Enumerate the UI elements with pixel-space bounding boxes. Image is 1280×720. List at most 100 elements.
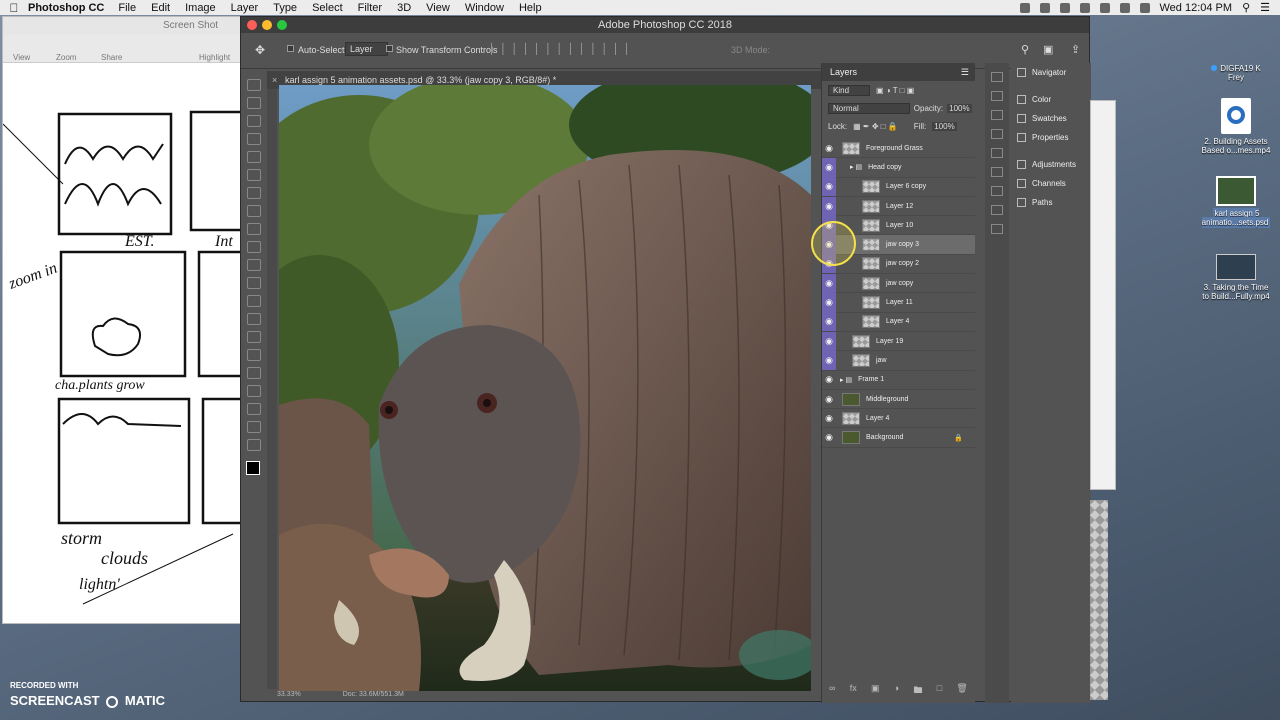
menu-edit[interactable]: Edit [151,2,170,14]
fx-icon[interactable]: fx [850,683,857,699]
volume-icon[interactable] [1119,2,1130,13]
share-icon[interactable]: ⇪ [1071,43,1080,56]
desktop-tag-digfa19[interactable]: DIGFA19 K Frey [1196,64,1276,82]
panel-navigator[interactable]: Navigator [1011,63,1091,82]
character-icon[interactable] [991,167,1003,177]
actions-icon[interactable] [991,91,1003,101]
new-group-icon[interactable]: 🖿 [913,683,922,699]
desktop-file-building-assets[interactable]: 2. Building Assets Based o...mes.mp4 [1196,98,1276,155]
workspace-icon[interactable]: ▣ [1043,43,1053,56]
blend-mode-dropdown[interactable]: Normal [828,102,910,114]
visibility-eye-icon[interactable]: ◉ [822,428,836,447]
zoom-window-icon[interactable] [277,20,287,30]
add-mask-icon[interactable]: ▣ [871,683,880,699]
layer-row[interactable]: ◉ jaw copy [822,273,975,294]
desktop-file-taking-time[interactable]: 3. Taking the Time to Build...Fully.mp4 [1196,254,1276,301]
brush-settings-icon[interactable] [991,129,1003,139]
delete-layer-icon[interactable]: 🗑 [956,683,967,699]
auto-select-checkbox[interactable] [287,45,294,52]
layer-row[interactable]: ◉ Layer 4 [822,409,975,429]
stamp-tool-icon[interactable] [247,241,261,253]
move-tool-icon[interactable]: ✥ [255,43,265,57]
auto-select-dropdown[interactable]: Layer [345,42,388,56]
layer-row[interactable]: ◉ ▸ ▤ Head copy [822,157,975,178]
panel-swatches[interactable]: Swatches [1011,109,1091,128]
visibility-eye-icon[interactable]: ◉ [822,331,836,351]
wifi-icon[interactable] [1099,2,1110,13]
blur-tool-icon[interactable] [247,313,261,325]
adjustment-layer-icon[interactable]: ◑ [894,683,899,699]
dodge-tool-icon[interactable] [247,331,261,343]
apple-menu-icon[interactable]:  [0,1,28,15]
background-color-swatch[interactable] [253,468,267,482]
app-menu[interactable]: Photoshop CC [28,2,104,14]
new-layer-icon[interactable]: □ [937,683,942,699]
panel-adjustments[interactable]: Adjustments [1011,155,1091,174]
menu-select[interactable]: Select [312,2,343,14]
visibility-eye-icon[interactable]: ◉ [822,370,836,389]
eraser-tool-icon[interactable] [247,277,261,289]
clock[interactable]: Wed 12:04 PM [1160,2,1233,14]
visibility-eye-icon[interactable]: ◉ [822,312,836,332]
layer-row[interactable]: ◉ Layer 19 [822,331,975,352]
visibility-eye-icon[interactable]: ◉ [822,350,836,370]
3d-icon[interactable] [991,224,1003,234]
crop-tool-icon[interactable] [247,151,261,163]
layer-row[interactable]: ◉ ▸ ▤ Frame 1 [822,371,975,390]
fill-input[interactable]: 100% [932,121,957,131]
type-tool-icon[interactable] [247,367,261,379]
visibility-eye-icon[interactable]: ◉ [822,157,836,177]
preview-zoom-label[interactable]: Zoom [56,53,76,62]
pen-tool-icon[interactable] [247,349,261,361]
search-icon[interactable]: ⚲ [1021,43,1029,56]
visibility-eye-icon[interactable]: ◉ [822,196,836,216]
align-icons[interactable]: │││││││││││││ [489,44,635,55]
menu-file[interactable]: File [118,2,136,14]
battery-icon[interactable] [1139,2,1150,13]
menu-view[interactable]: View [426,2,450,14]
glyphs-icon[interactable] [991,205,1003,215]
layer-row[interactable]: ◉ Middleground [822,390,975,410]
panel-channels[interactable]: Channels [1011,174,1091,193]
link-layers-icon[interactable]: ∞ [829,683,835,699]
menu-help[interactable]: Help [519,2,542,14]
paragraph-icon[interactable] [991,186,1003,196]
kind-filter-dropdown[interactable]: Kind [828,84,871,96]
preview-highlight-label[interactable]: Highlight [199,53,230,62]
layer-row[interactable]: ◉ Foreground Grass [822,139,975,159]
move-tool-icon[interactable] [247,79,261,91]
healing-tool-icon[interactable] [247,205,261,217]
brush-tool-icon[interactable] [247,223,261,235]
panel-menu-icon[interactable]: ☰ [961,63,969,81]
dropbox-icon[interactable] [1019,2,1030,13]
layer-row[interactable]: ◉ Layer 12 [822,196,975,217]
layer-row[interactable]: ◉ Layer 4 [822,312,975,332]
visibility-eye-icon[interactable]: ◉ [822,409,836,428]
preview-share-label[interactable]: Share [101,53,122,62]
layers-panel-title[interactable]: Layers [830,67,857,77]
layer-row[interactable]: ◉ Layer 6 copy [822,177,975,197]
marquee-tool-icon[interactable] [247,97,261,109]
search-icon[interactable]: ⚲ [1242,1,1250,14]
visibility-eye-icon[interactable]: ◉ [822,293,836,313]
lasso-tool-icon[interactable] [247,115,261,127]
lock-icons[interactable]: ▦ ✒ ✥ □ 🔒 [853,122,898,131]
menu-window[interactable]: Window [465,2,504,14]
close-tab-icon[interactable]: × [272,71,277,89]
visibility-eye-icon[interactable]: ◉ [822,177,836,197]
history-brush-tool-icon[interactable] [247,259,261,271]
layer-row[interactable]: ◉ Background 🔒 [822,428,975,448]
filter-icons[interactable]: ▣ ◑ T □ ▣ [876,86,914,95]
folder-icon[interactable]: ▸ ▤ [840,376,852,384]
menu-type[interactable]: Type [273,2,297,14]
panel-paths[interactable]: Paths [1011,193,1091,212]
opacity-input[interactable]: 100% [947,103,972,113]
eyedropper-tool-icon[interactable] [247,187,261,199]
menu-filter[interactable]: Filter [358,2,382,14]
menu-3d[interactable]: 3D [397,2,411,14]
visibility-eye-icon[interactable]: ◉ [822,390,836,409]
path-select-tool-icon[interactable] [247,385,261,397]
frame-tool-icon[interactable] [247,169,261,181]
visibility-eye-icon[interactable]: ◉ [822,273,836,293]
quick-select-tool-icon[interactable] [247,133,261,145]
